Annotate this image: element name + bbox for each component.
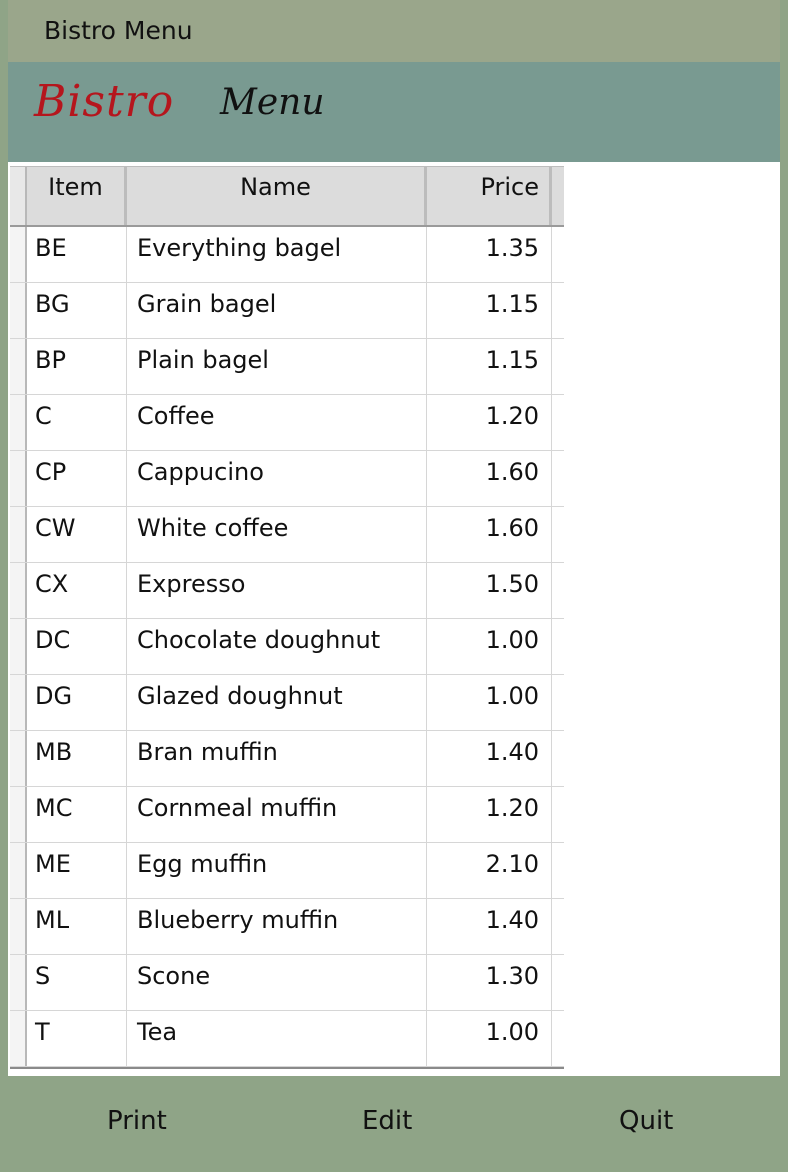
cell-item[interactable]: BP (27, 339, 127, 394)
cell-item[interactable]: CP (27, 451, 127, 506)
table-row[interactable]: CX Expresso 1.50 (10, 563, 564, 619)
cell-price[interactable]: 1.60 (427, 451, 552, 506)
cell-item[interactable]: T (27, 1011, 127, 1066)
table-row[interactable]: MB Bran muffin 1.40 (10, 731, 564, 787)
table-row[interactable]: CW White coffee 1.60 (10, 507, 564, 563)
row-selector[interactable] (10, 507, 27, 562)
column-header-price[interactable]: Price (427, 167, 552, 225)
cell-name[interactable]: Grain bagel (127, 283, 427, 338)
cell-price[interactable]: 1.00 (427, 619, 552, 674)
cell-name[interactable]: Coffee (127, 395, 427, 450)
cell-price[interactable]: 1.40 (427, 899, 552, 954)
cell-price[interactable]: 1.50 (427, 563, 552, 618)
content-area: Item Name Price BE Everything bagel 1.35 BG… (8, 162, 780, 1076)
table-row[interactable]: DC Chocolate doughnut 1.00 (10, 619, 564, 675)
cell-name[interactable]: Plain bagel (127, 339, 427, 394)
title-bar[interactable]: Bistro Menu (8, 0, 780, 62)
row-selector[interactable] (10, 619, 27, 674)
cell-item[interactable]: CX (27, 563, 127, 618)
cell-item[interactable]: MC (27, 787, 127, 842)
cell-item[interactable]: DG (27, 675, 127, 730)
cell-item[interactable]: MB (27, 731, 127, 786)
row-selector[interactable] (10, 675, 27, 730)
cell-price[interactable]: 1.15 (427, 283, 552, 338)
cell-item[interactable]: S (27, 955, 127, 1010)
app-window: Bistro Menu Bistro Menu Item Name Price … (0, 0, 788, 1172)
table-row[interactable]: S Scone 1.30 (10, 955, 564, 1011)
cell-item[interactable]: BE (27, 227, 127, 282)
table-row[interactable]: CP Cappucino 1.60 (10, 451, 564, 507)
table-body: BE Everything bagel 1.35 BG Grain bagel 1.15 B… (10, 227, 564, 1067)
table-row[interactable]: C Coffee 1.20 (10, 395, 564, 451)
row-selector[interactable] (10, 227, 27, 282)
cell-name[interactable]: Glazed doughnut (127, 675, 427, 730)
cell-price[interactable]: 1.00 (427, 1011, 552, 1066)
banner-title-bistro: Bistro (34, 76, 175, 127)
table-row[interactable]: MC Cornmeal muffin 1.20 (10, 787, 564, 843)
table-row[interactable]: T Tea 1.00 (10, 1011, 564, 1067)
row-selector[interactable] (10, 843, 27, 898)
cell-name[interactable]: Expresso (127, 563, 427, 618)
cell-item[interactable]: BG (27, 283, 127, 338)
menu-table[interactable]: Item Name Price BE Everything bagel 1.35 BG… (10, 166, 564, 1069)
row-selector[interactable] (10, 731, 27, 786)
cell-price[interactable]: 2.10 (427, 843, 552, 898)
cell-item[interactable]: DC (27, 619, 127, 674)
table-row[interactable]: ML Blueberry muffin 1.40 (10, 899, 564, 955)
row-selector[interactable] (10, 339, 27, 394)
edit-button[interactable]: Edit (362, 1106, 412, 1136)
button-bar: Print Edit Quit (8, 1076, 780, 1166)
header-row-selector[interactable] (10, 167, 27, 225)
banner-title-menu: Menu (220, 82, 325, 123)
row-selector[interactable] (10, 563, 27, 618)
cell-name[interactable]: Cappucino (127, 451, 427, 506)
cell-name[interactable]: Everything bagel (127, 227, 427, 282)
cell-price[interactable]: 1.40 (427, 731, 552, 786)
cell-name[interactable]: Tea (127, 1011, 427, 1066)
cell-name[interactable]: Scone (127, 955, 427, 1010)
cell-price[interactable]: 1.35 (427, 227, 552, 282)
cell-item[interactable]: CW (27, 507, 127, 562)
window-title: Bistro Menu (44, 16, 193, 45)
cell-name[interactable]: White coffee (127, 507, 427, 562)
cell-price[interactable]: 1.30 (427, 955, 552, 1010)
row-selector[interactable] (10, 395, 27, 450)
cell-item[interactable]: ML (27, 899, 127, 954)
row-selector[interactable] (10, 451, 27, 506)
cell-name[interactable]: Chocolate doughnut (127, 619, 427, 674)
cell-price[interactable]: 1.60 (427, 507, 552, 562)
table-row[interactable]: ME Egg muffin 2.10 (10, 843, 564, 899)
table-row[interactable]: BG Grain bagel 1.15 (10, 283, 564, 339)
row-selector[interactable] (10, 787, 27, 842)
cell-name[interactable]: Blueberry muffin (127, 899, 427, 954)
cell-name[interactable]: Bran muffin (127, 731, 427, 786)
row-selector[interactable] (10, 955, 27, 1010)
cell-name[interactable]: Cornmeal muffin (127, 787, 427, 842)
cell-price[interactable]: 1.15 (427, 339, 552, 394)
cell-price[interactable]: 1.20 (427, 787, 552, 842)
table-row[interactable]: DG Glazed doughnut 1.00 (10, 675, 564, 731)
print-button[interactable]: Print (107, 1106, 167, 1136)
cell-name[interactable]: Egg muffin (127, 843, 427, 898)
column-header-item[interactable]: Item (27, 167, 127, 225)
table-row[interactable]: BE Everything bagel 1.35 (10, 227, 564, 283)
cell-item[interactable]: ME (27, 843, 127, 898)
table-row[interactable]: BP Plain bagel 1.15 (10, 339, 564, 395)
cell-price[interactable]: 1.20 (427, 395, 552, 450)
table-header: Item Name Price (10, 166, 564, 227)
menu-banner: Bistro Menu (8, 62, 780, 162)
row-selector[interactable] (10, 1011, 27, 1066)
row-selector[interactable] (10, 283, 27, 338)
column-header-name[interactable]: Name (127, 167, 427, 225)
quit-button[interactable]: Quit (619, 1106, 673, 1136)
cell-price[interactable]: 1.00 (427, 675, 552, 730)
row-selector[interactable] (10, 899, 27, 954)
cell-item[interactable]: C (27, 395, 127, 450)
